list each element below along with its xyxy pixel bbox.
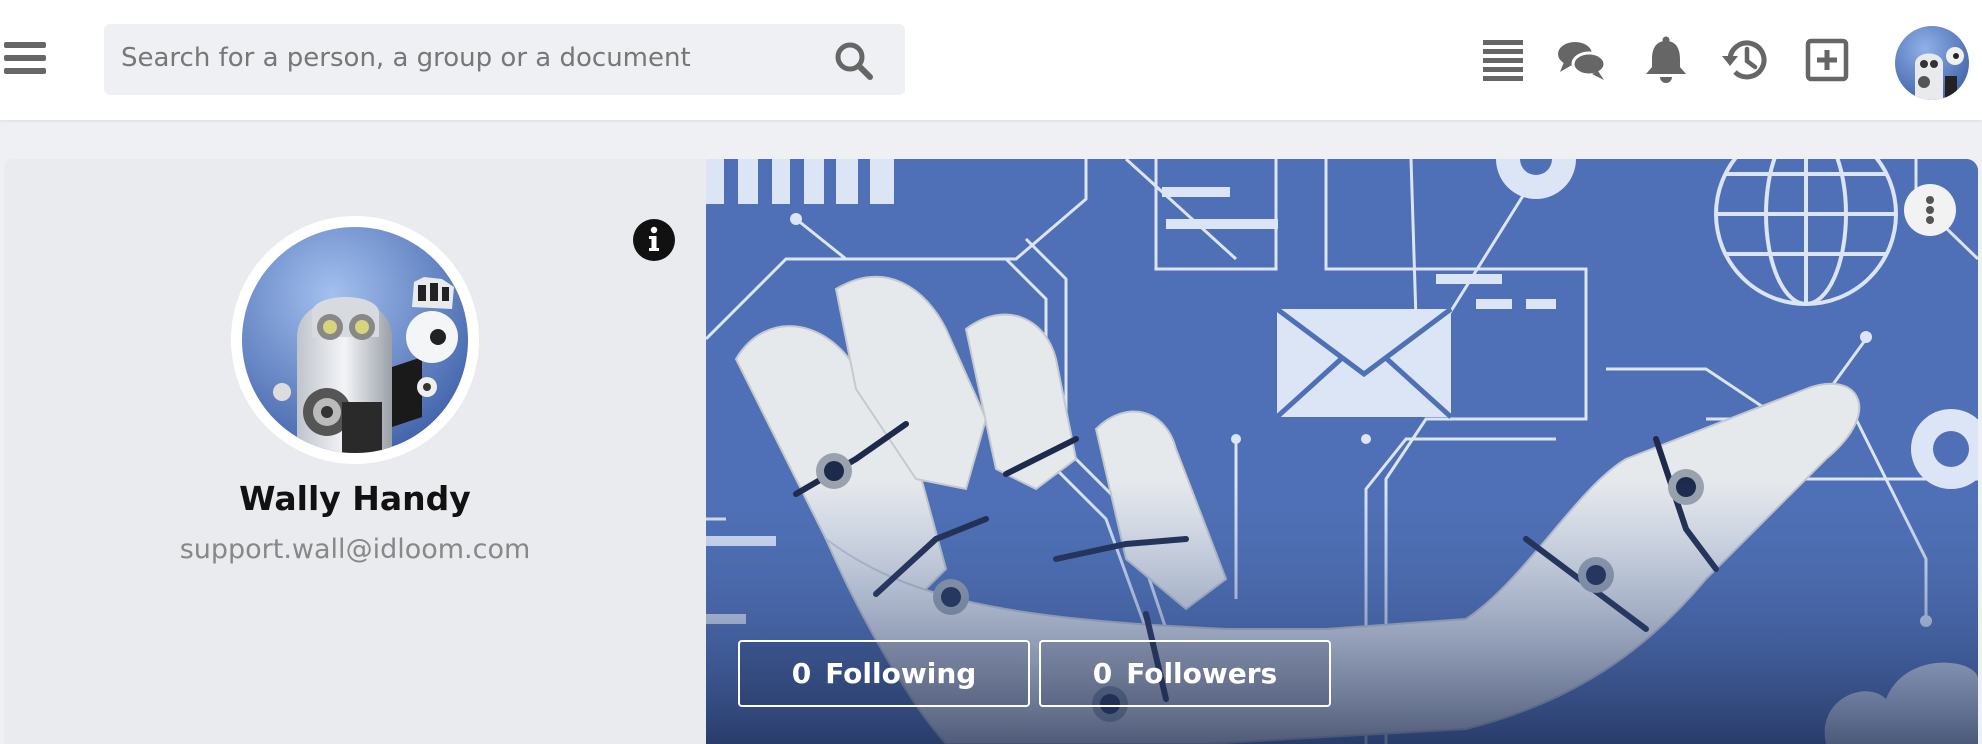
more-vert-icon-dot bbox=[1926, 206, 1934, 214]
profile-name: Wally Handy bbox=[239, 479, 471, 518]
info-icon[interactable] bbox=[632, 218, 676, 262]
list-icon[interactable] bbox=[1478, 34, 1530, 86]
search-placeholder: Search for a person, a group or a docume… bbox=[121, 43, 691, 73]
search-icon[interactable] bbox=[830, 37, 878, 85]
following-label: Following bbox=[825, 657, 977, 690]
robot-avatar-image bbox=[242, 227, 468, 453]
menu-icon-line bbox=[4, 68, 46, 74]
user-avatar[interactable] bbox=[1895, 26, 1969, 100]
more-vert-icon-dot bbox=[1926, 216, 1934, 224]
robot-avatar-image bbox=[1895, 26, 1969, 100]
menu-icon-line bbox=[4, 42, 46, 48]
profile-avatar bbox=[231, 216, 479, 464]
top-bar: Search for a person, a group or a docume… bbox=[0, 0, 1982, 120]
add-box-icon[interactable] bbox=[1802, 34, 1854, 86]
followers-label: Followers bbox=[1126, 657, 1278, 690]
following-count: 0 bbox=[791, 657, 812, 690]
search-input[interactable]: Search for a person, a group or a docume… bbox=[104, 24, 905, 95]
menu-icon-line bbox=[4, 55, 46, 61]
cover-image: 0 Following 0 Followers bbox=[706, 159, 1978, 744]
following-button[interactable]: 0 Following bbox=[738, 640, 1030, 707]
profile-email: support.wall@idloom.com bbox=[179, 534, 531, 565]
cover-options-button[interactable] bbox=[1904, 184, 1956, 236]
history-icon[interactable] bbox=[1720, 34, 1772, 86]
bell-icon[interactable] bbox=[1640, 34, 1692, 86]
chat-icon[interactable] bbox=[1556, 34, 1608, 86]
more-vert-icon-dot bbox=[1926, 196, 1934, 204]
followers-count: 0 bbox=[1092, 657, 1113, 690]
followers-button[interactable]: 0 Followers bbox=[1039, 640, 1331, 707]
menu-icon[interactable] bbox=[4, 40, 46, 76]
